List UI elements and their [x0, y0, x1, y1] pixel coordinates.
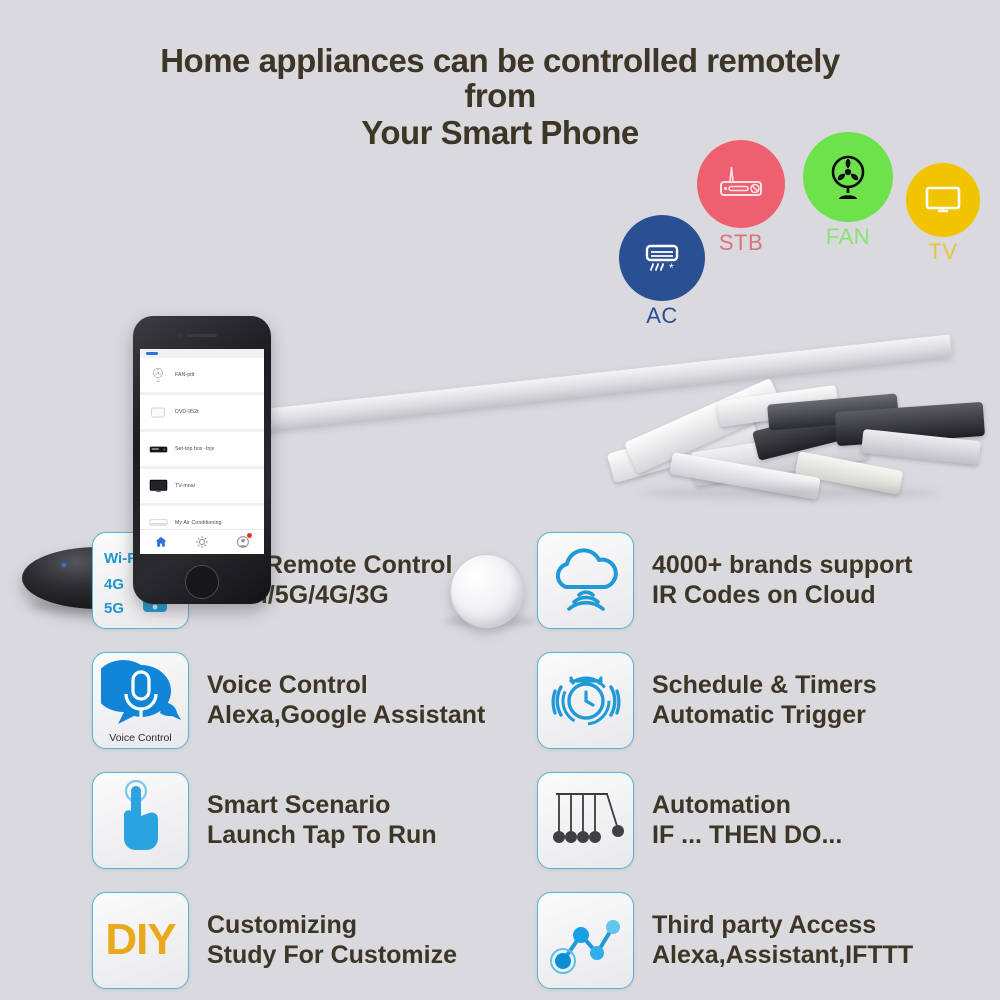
category-tv[interactable]: TV: [906, 163, 980, 265]
category-label: STB: [718, 230, 764, 255]
network-nodes-icon: [537, 891, 634, 989]
feature-line-2: Alexa,Assistant,IFTTT: [652, 941, 914, 969]
feature-text: Schedule & Timers Automatic Trigger: [652, 670, 877, 731]
stb-bubble: [697, 140, 785, 228]
feature-line-2: Launch Tap To Run: [207, 821, 437, 849]
tv-bubble: [906, 163, 980, 237]
feature-text: Smart Scenario Launch Tap To Run: [207, 790, 437, 851]
category-label: AC: [646, 303, 678, 328]
feature-automation: Automation IF ... THEN DO...: [537, 760, 987, 880]
diy-icon: DIY: [92, 891, 189, 989]
feature-text: Voice Control Alexa,Google Assistant: [207, 670, 485, 731]
feature-line-2: Alexa,Google Assistant: [207, 701, 486, 729]
list-item-label: TV-moai: [175, 483, 196, 489]
feature-text: Customizing Study For Customize: [207, 910, 457, 971]
phone-bottom-nav: [140, 529, 264, 554]
svg-text:*: *: [669, 261, 674, 275]
phone-camera-icon: [178, 333, 183, 338]
feature-line-2: Study For Customize: [207, 941, 458, 969]
list-item[interactable]: FAN-pitt: [140, 358, 264, 392]
feature-text: Third party Access Alexa,Assistant,IFTTT: [652, 910, 913, 971]
tv-icon: [925, 186, 961, 213]
list-item[interactable]: TV-moai: [140, 469, 264, 503]
category-label: TV: [928, 239, 958, 264]
profile-icon[interactable]: [236, 533, 253, 549]
remote-control-shadow: [640, 487, 940, 499]
headline-line-2: from: [464, 76, 536, 114]
headline-line-3: Your Smart Phone: [361, 113, 639, 151]
feature-line-1: Schedule & Timers: [652, 670, 877, 699]
feature-line-1: Customizing: [207, 910, 357, 939]
dvd-player-icon: [148, 405, 168, 420]
headline-line-1: Home appliances can be controlled remote…: [160, 42, 840, 79]
list-item-label: FAN-pitt: [175, 372, 195, 378]
feature-schedule-timers: Schedule & Timers Automatic Trigger: [537, 640, 987, 760]
feature-line-2: Automatic Trigger: [652, 701, 866, 729]
feature-line-1: Third party Access: [652, 910, 877, 939]
gear-icon[interactable]: [195, 535, 209, 549]
list-item-label: Set-top box -tnjv: [175, 446, 215, 452]
phone-speaker-icon: [187, 334, 217, 337]
hero-illustration: FAN-pitt DVD-952t Set-top box -tnjv TV-m…: [0, 115, 1000, 628]
page-title: Home appliances can be controlled remote…: [0, 42, 1000, 151]
alarm-clock-icon: [537, 651, 634, 749]
notification-badge: [247, 533, 253, 538]
feature-line-1: Automation: [652, 790, 791, 819]
feature-text: Automation IF ... THEN DO...: [652, 790, 842, 851]
list-item-label: My Air Conditioning: [175, 520, 222, 526]
fan-icon: [148, 367, 168, 383]
category-ac[interactable]: * AC: [619, 215, 705, 329]
smartphone: FAN-pitt DVD-952t Set-top box -tnjv TV-m…: [133, 316, 271, 604]
feature-line-1: Smart Scenario: [207, 790, 391, 819]
newtons-cradle-icon: [537, 771, 634, 869]
feature-customizing: DIY Customizing Study For Customize: [92, 880, 542, 1000]
diy-label: DIY: [105, 915, 176, 964]
scroll-indicator: [146, 352, 158, 355]
list-item-label: DVD-952t: [175, 409, 199, 415]
4g-label: 4G: [104, 576, 124, 593]
feature-voice-control: Voice Control Voice Control Alexa,Google…: [92, 640, 542, 760]
list-item[interactable]: Set-top box -tnjv: [140, 432, 264, 466]
feature-brands-support: 4000+ brands support IR Codes on Cloud: [537, 520, 987, 640]
feature-smart-scenario: Smart Scenario Launch Tap To Run: [92, 760, 542, 880]
feature-line-2: IR Codes on Cloud: [652, 581, 876, 609]
tv-icon: [148, 479, 168, 494]
remote-controls-pile: [600, 377, 990, 517]
list-item[interactable]: DVD-952t: [140, 395, 264, 429]
feature-text: 4000+ brands support IR Codes on Cloud: [652, 550, 913, 611]
features-column-right: 4000+ brands support IR Codes on Cloud S…: [537, 520, 987, 1000]
set-top-box-icon: [720, 166, 762, 196]
fan-icon: [831, 155, 865, 199]
tap-finger-icon: [92, 771, 189, 869]
category-stb[interactable]: STB: [697, 140, 785, 256]
feature-line-1: 4000+ brands support: [652, 550, 913, 579]
home-button[interactable]: [185, 565, 219, 599]
cloud-signal-icon: [537, 531, 634, 629]
feature-third-party-access: Third party Access Alexa,Assistant,IFTTT: [537, 880, 987, 1000]
home-icon[interactable]: [154, 535, 168, 549]
air-conditioner-icon: *: [645, 244, 679, 275]
category-label: FAN: [825, 224, 871, 249]
5g-label: 5G: [104, 600, 124, 617]
voice-control-caption: Voice Control: [109, 731, 172, 744]
voice-control-microphone-icon: Voice Control: [92, 651, 189, 749]
set-top-box-icon: [148, 442, 168, 457]
ac-bubble: *: [619, 215, 705, 301]
phone-screen: FAN-pitt DVD-952t Set-top box -tnjv TV-m…: [140, 349, 264, 554]
feature-line-1: Voice Control: [207, 670, 368, 699]
feature-line-2: IF ... THEN DO...: [652, 821, 843, 849]
